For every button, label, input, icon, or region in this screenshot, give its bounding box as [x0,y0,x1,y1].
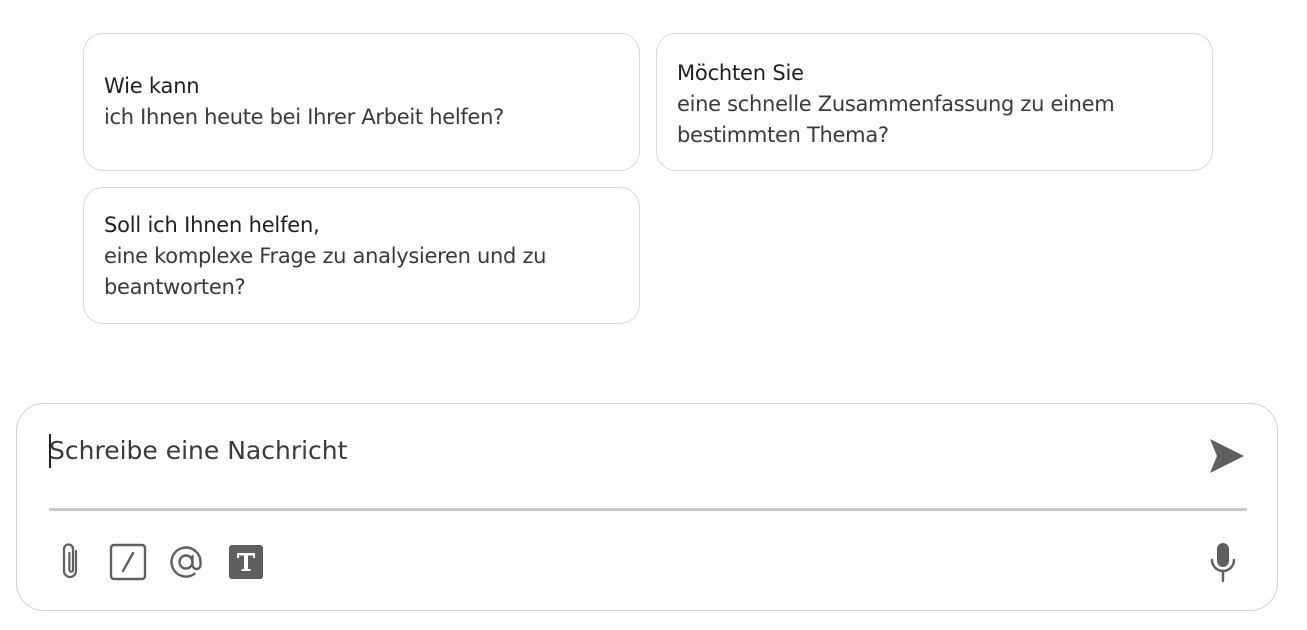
text-caret [49,434,51,468]
slash-command-icon [109,543,147,581]
composer-divider [49,508,1247,511]
suggestion-title: Wie kann [104,74,200,98]
microphone-icon [1210,543,1236,583]
text-format-icon [229,545,263,579]
voice-input-button[interactable] [1203,540,1243,584]
slash-command-button[interactable] [108,540,148,584]
suggestion-body: ich Ihnen heute bei Ihrer Arbeit helfen? [104,105,504,129]
suggestion-card-work-help[interactable]: Wie kann ich Ihnen heute bei Ihrer Arbei… [83,33,640,171]
mention-button[interactable] [166,540,206,584]
suggestion-body: eine schnelle Zusammenfassung zu einem b… [677,92,1115,147]
send-icon [1210,439,1244,473]
send-button[interactable] [1205,434,1249,478]
at-sign-icon [170,546,202,578]
suggestion-body: eine komplexe Frage zu analysieren und z… [104,244,547,299]
message-composer [16,403,1278,611]
chat-screen: Wie kann ich Ihnen heute bei Ihrer Arbei… [0,0,1307,630]
suggestion-card-analysis[interactable]: Soll ich Ihnen helfen, eine komplexe Fra… [83,187,640,324]
attach-button[interactable] [51,540,91,584]
suggestion-title: Soll ich Ihnen helfen, [104,213,320,237]
suggestion-title: Möchten Sie [677,61,804,85]
paperclip-icon [62,543,78,579]
message-input[interactable] [49,428,1169,472]
text-format-button[interactable] [226,540,266,584]
suggestion-card-summary[interactable]: Möchten Sie eine schnelle Zusammenfassun… [656,33,1213,171]
